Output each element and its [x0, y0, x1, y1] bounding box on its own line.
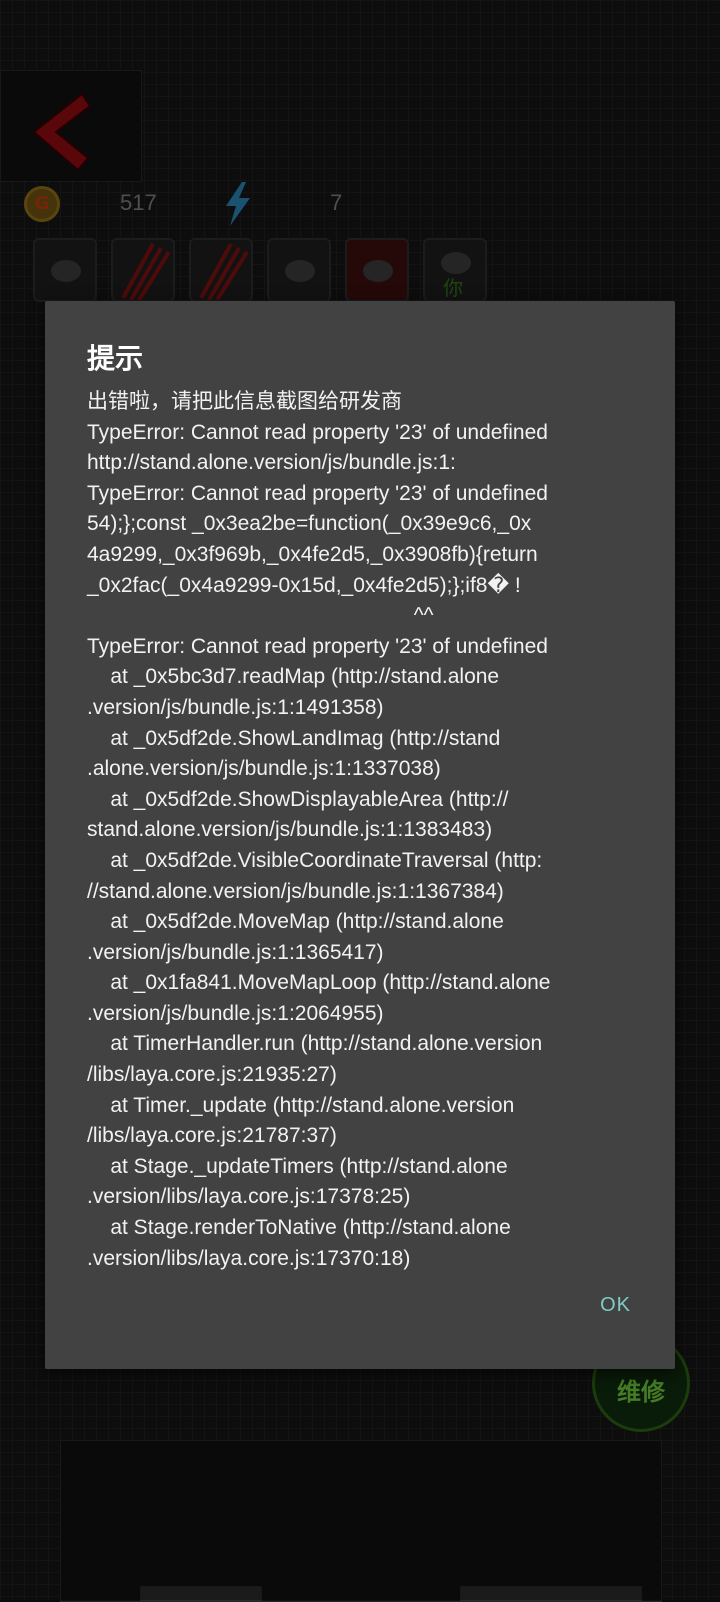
error-dialog: 提示 出错啦，请把此信息截图给研发商 TypeError: Cannot rea… — [45, 301, 675, 1369]
dialog-message: 出错啦，请把此信息截图给研发商 TypeError: Cannot read p… — [87, 390, 551, 1270]
dialog-title: 提示 — [87, 342, 144, 375]
ok-button[interactable]: OK — [600, 1294, 631, 1317]
